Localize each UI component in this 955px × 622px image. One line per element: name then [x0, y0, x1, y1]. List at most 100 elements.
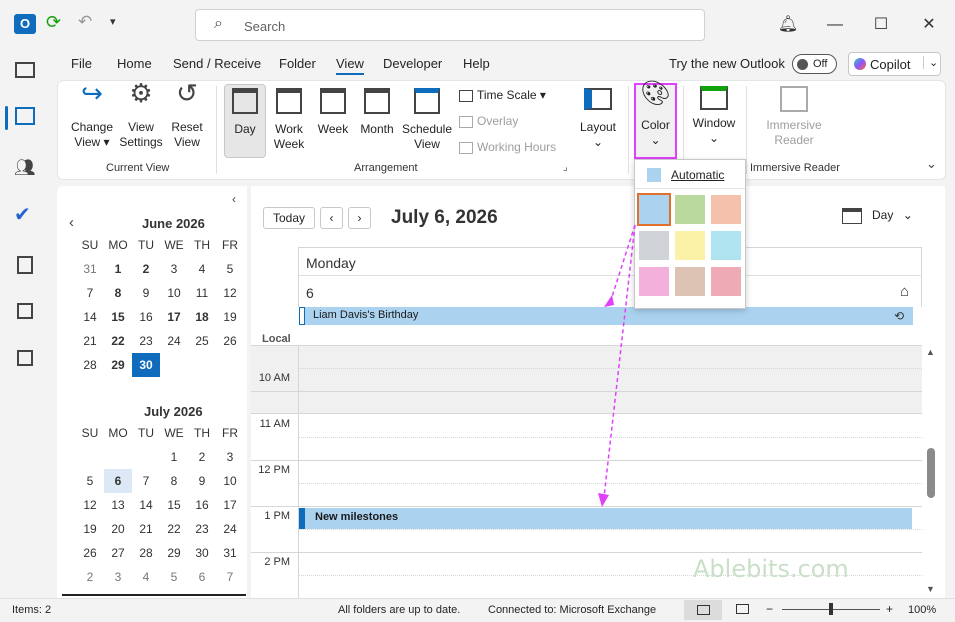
notes-icon[interactable]: [17, 303, 33, 319]
ribbon-collapse-chevron-icon[interactable]: ⌄: [926, 156, 937, 172]
calendar-day-cell[interactable]: 20: [104, 517, 132, 541]
tab-folder[interactable]: Folder: [279, 56, 316, 71]
calendar-day-cell[interactable]: 2: [188, 445, 216, 469]
calendar-day-cell[interactable]: 7: [216, 565, 244, 589]
calendar-day-cell[interactable]: 10: [216, 469, 244, 493]
calendar-day-cell[interactable]: 19: [76, 517, 104, 541]
calendar-day-cell[interactable]: 28: [76, 353, 104, 377]
window-button[interactable]: Window ⌄: [690, 86, 738, 146]
color-swatch[interactable]: [711, 195, 741, 224]
calendar-day-cell[interactable]: 3: [160, 257, 188, 281]
tasks-clipboard-icon[interactable]: [17, 256, 33, 274]
calendar-day-cell[interactable]: 17: [216, 493, 244, 517]
search-box[interactable]: ⌕ Search: [195, 9, 705, 41]
calendar-day-cell[interactable]: 22: [104, 329, 132, 353]
calendar-day-cell[interactable]: 8: [160, 469, 188, 493]
calendar-day-cell[interactable]: 29: [160, 541, 188, 565]
bell-icon[interactable]: 🔔︎: [773, 10, 803, 40]
calendar-day-cell[interactable]: 11: [188, 281, 216, 305]
quick-access-dropdown-icon[interactable]: ▾: [110, 15, 116, 28]
scrollbar-thumb[interactable]: [927, 448, 935, 498]
calendar-day-cell[interactable]: 15: [104, 305, 132, 329]
color-swatch[interactable]: [675, 267, 705, 296]
calendar-day-cell[interactable]: 23: [188, 517, 216, 541]
todo-icon[interactable]: ✔: [14, 202, 40, 228]
calendar-day-cell[interactable]: 6: [104, 469, 132, 493]
calendar-day-cell[interactable]: 30: [188, 541, 216, 565]
tab-view[interactable]: View: [336, 56, 364, 71]
calendar-event[interactable]: New milestones: [299, 508, 912, 529]
calendar-day-cell[interactable]: 1: [160, 445, 188, 469]
minimize-button[interactable]: —: [820, 10, 850, 40]
scroll-down-icon[interactable]: ▼: [926, 584, 935, 594]
month-button[interactable]: Month: [356, 88, 398, 137]
home-icon[interactable]: ⌂: [900, 283, 909, 300]
week-button[interactable]: Week: [312, 88, 354, 137]
view-selector[interactable]: Day ⌄: [842, 208, 913, 224]
calendar-day-cell[interactable]: 3: [216, 445, 244, 469]
tab-file[interactable]: File: [71, 56, 92, 71]
calendar-day-cell[interactable]: 5: [76, 469, 104, 493]
today-button[interactable]: Today: [263, 207, 315, 229]
prev-day-chevron-icon[interactable]: ‹: [320, 207, 343, 229]
tab-help[interactable]: Help: [463, 56, 490, 71]
prev-month-chevron-icon[interactable]: ‹: [69, 214, 74, 231]
calendar-day-cell[interactable]: 21: [132, 517, 160, 541]
layout-button[interactable]: Layout ⌄: [575, 86, 621, 150]
close-button[interactable]: ✕: [914, 10, 944, 40]
calendar-day-cell[interactable]: 31: [76, 257, 104, 281]
calendar-day-cell[interactable]: 28: [132, 541, 160, 565]
people-icon[interactable]: 👥︎: [14, 158, 40, 184]
calendar-day-cell[interactable]: 17: [160, 305, 188, 329]
reading-view-icon[interactable]: [736, 604, 749, 614]
calendar-day-cell[interactable]: 16: [132, 305, 160, 329]
color-button[interactable]: 🎨︎ Color ⌄: [634, 82, 677, 148]
calendar-day-cell[interactable]: 4: [132, 565, 160, 589]
calendar-day-cell[interactable]: 2: [76, 565, 104, 589]
calendar-day-cell[interactable]: 6: [188, 565, 216, 589]
tab-developer[interactable]: Developer: [383, 56, 442, 71]
sync-icon[interactable]: ⟳: [46, 12, 61, 33]
calendar-day-cell[interactable]: 12: [216, 281, 244, 305]
calendar-day-cell[interactable]: 24: [160, 329, 188, 353]
calendar-day-cell[interactable]: 5: [216, 257, 244, 281]
schedule-view-button[interactable]: Schedule View: [400, 88, 454, 152]
undo-icon[interactable]: ↶: [78, 12, 92, 32]
reset-view-button[interactable]: ↺ Reset View: [166, 80, 208, 150]
calendar-day-cell[interactable]: 7: [132, 469, 160, 493]
calendar-day-cell[interactable]: 5: [160, 565, 188, 589]
copilot-button[interactable]: Copilot ⌄: [848, 52, 941, 76]
scroll-up-icon[interactable]: ▲: [926, 347, 935, 357]
time-scale-button[interactable]: Time Scale ▾: [459, 88, 546, 102]
calendar-day-cell[interactable]: 18: [188, 305, 216, 329]
mail-icon[interactable]: [15, 62, 35, 78]
more-apps-icon[interactable]: [17, 350, 33, 366]
calendar-day-cell[interactable]: 19: [216, 305, 244, 329]
new-outlook-toggle[interactable]: Off: [792, 54, 837, 74]
calendar-day-cell[interactable]: 27: [104, 541, 132, 565]
calendar-day-cell[interactable]: 10: [160, 281, 188, 305]
maximize-button[interactable]: ☐: [866, 10, 896, 40]
calendar-day-cell[interactable]: 25: [188, 329, 216, 353]
calendar-day-cell[interactable]: 14: [132, 493, 160, 517]
day-button[interactable]: Day: [224, 88, 266, 137]
calendar-day-cell[interactable]: 15: [160, 493, 188, 517]
calendar-day-cell[interactable]: 26: [76, 541, 104, 565]
calendar-day-cell[interactable]: 23: [132, 329, 160, 353]
change-view-button[interactable]: ↪ Change View ▾: [66, 80, 118, 150]
color-swatch[interactable]: [675, 195, 705, 224]
calendar-day-cell[interactable]: 7: [76, 281, 104, 305]
color-swatch[interactable]: [675, 231, 705, 260]
calendar-day-cell[interactable]: 21: [76, 329, 104, 353]
calendar-day-cell[interactable]: 1: [104, 257, 132, 281]
calendar-day-cell[interactable]: 9: [188, 469, 216, 493]
calendar-day-cell[interactable]: 31: [216, 541, 244, 565]
arrangement-launcher-icon[interactable]: ⌟: [563, 162, 568, 173]
calendar-day-cell[interactable]: 4: [188, 257, 216, 281]
work-week-button[interactable]: Work Week: [268, 88, 310, 152]
calendar-day-cell[interactable]: 13: [104, 493, 132, 517]
calendar-day-cell[interactable]: 24: [216, 517, 244, 541]
calendar-day-cell[interactable]: 29: [104, 353, 132, 377]
calendar-day-cell[interactable]: 12: [76, 493, 104, 517]
color-swatch[interactable]: [711, 231, 741, 260]
